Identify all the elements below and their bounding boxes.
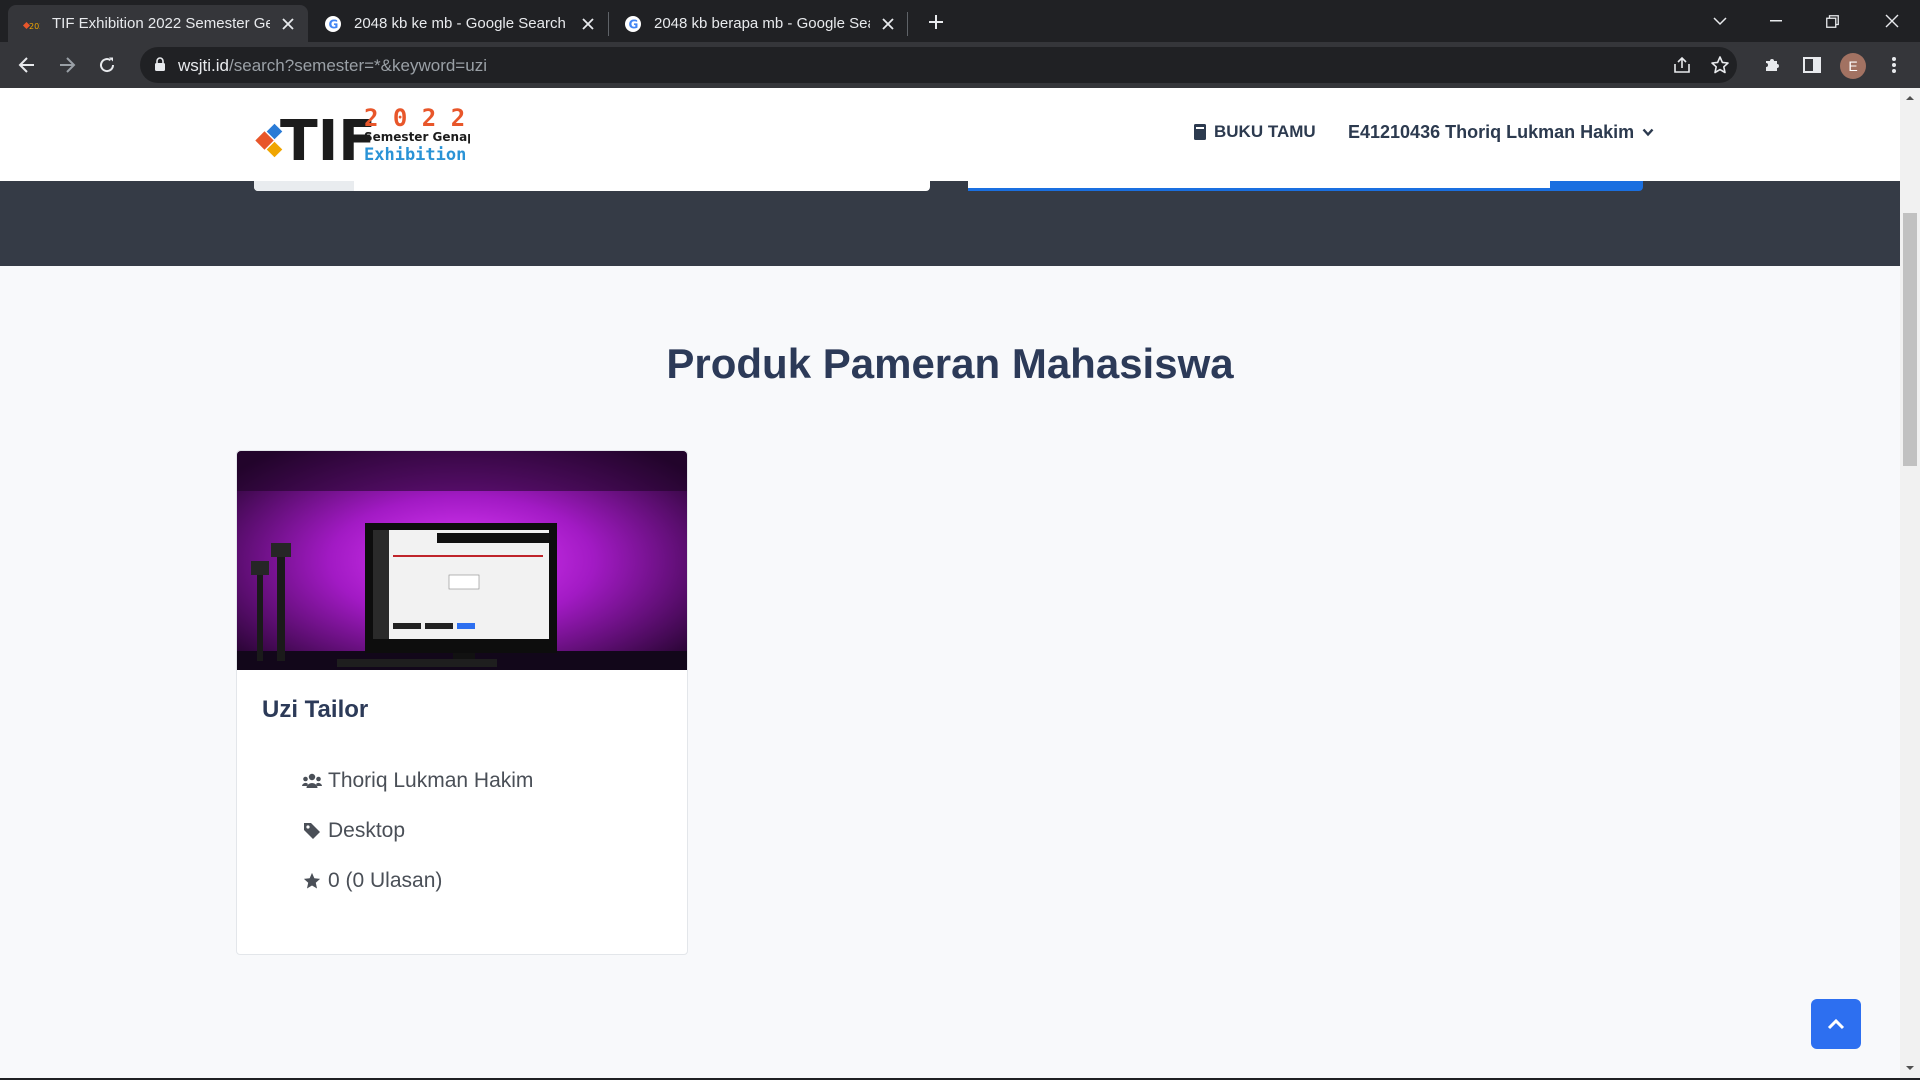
book-icon — [1194, 123, 1206, 140]
guestbook-label: BUKU TAMU — [1214, 122, 1316, 141]
tab-google-search-2[interactable]: G 2048 kb berapa mb - Google Search — [610, 5, 908, 42]
section-title: Produk Pameran Mahasiswa — [666, 340, 1234, 387]
tab-search-button[interactable] — [1692, 0, 1748, 42]
tag-icon — [302, 821, 322, 841]
tab-separator — [608, 12, 609, 36]
google-favicon-icon: G — [324, 15, 342, 33]
lock-icon[interactable] — [154, 57, 166, 77]
url-path: /search?semester=*&keyword=uzi — [229, 56, 487, 75]
tif-exhibition-logo[interactable]: TIF 2 0 2 2 Semester Genap Exhibition — [254, 104, 476, 174]
scrollbar-thumb[interactable] — [1903, 213, 1917, 466]
tab-title: 2048 kb ke mb - Google Search — [354, 15, 566, 32]
kebab-menu-icon — [1892, 57, 1896, 73]
svg-text:2022: 2022 — [29, 22, 40, 31]
page-scrollbar[interactable] — [1900, 88, 1920, 1078]
select-prefix — [254, 181, 354, 191]
tab-tif-exhibition[interactable]: 2022 TIF Exhibition 2022 Semester Genap — [8, 5, 308, 42]
rating-text: 0 (0 Ulasan) — [328, 869, 443, 892]
category-label: Desktop — [328, 819, 406, 842]
product-rating: 0 (0 Ulasan) — [302, 869, 442, 893]
search-input[interactable] — [968, 181, 1550, 191]
tab-google-search-1[interactable]: G 2048 kb ke mb - Google Search — [310, 5, 608, 42]
tab-title: 2048 kb berapa mb - Google Search — [654, 15, 870, 32]
minimize-icon — [1770, 20, 1782, 22]
product-thumbnail[interactable] — [237, 451, 687, 670]
puzzle-icon — [1766, 59, 1779, 71]
side-panel-icon — [1803, 57, 1821, 73]
star-icon — [302, 871, 322, 891]
close-icon[interactable] — [878, 14, 898, 34]
tab-title: TIF Exhibition 2022 Semester Genap — [52, 15, 270, 32]
scroll-down-arrow-icon — [1906, 1066, 1914, 1070]
product-title[interactable]: Uzi Tailor — [262, 696, 368, 724]
close-window-button[interactable] — [1864, 0, 1920, 42]
guestbook-link[interactable]: BUKU TAMU — [1193, 122, 1316, 142]
logo-label: Exhibition — [364, 145, 466, 164]
url-host: wsjti.id — [178, 56, 230, 75]
url-text[interactable]: wsjti.id/search?semester=*&keyword=uzi — [178, 56, 487, 76]
minimize-button[interactable] — [1748, 0, 1804, 42]
product-card[interactable]: Uzi Tailor Thoriq Lukman Hakim Desktop 0… — [236, 450, 688, 955]
page-viewport: TIF 2 0 2 2 Semester Genap Exhibition BU… — [0, 88, 1900, 1078]
google-favicon-icon: G — [624, 15, 642, 33]
bookmark-star-icon[interactable] — [1709, 54, 1731, 76]
logo-brand: TIF — [280, 109, 376, 164]
svg-text:G: G — [629, 17, 639, 31]
arrow-right-icon — [60, 57, 76, 73]
extensions-button[interactable] — [1756, 49, 1788, 81]
scroll-up-arrow-icon — [1906, 96, 1914, 100]
chevron-up-icon — [1827, 1018, 1845, 1030]
close-icon[interactable] — [578, 14, 598, 34]
tab-separator — [907, 12, 908, 36]
product-author: Thoriq Lukman Hakim — [302, 769, 533, 793]
reload-button[interactable] — [91, 49, 123, 81]
search-band — [0, 181, 1900, 266]
new-tab-button[interactable] — [922, 8, 950, 36]
user-name: E41210436 Thoriq Lukman Hakim — [1348, 122, 1635, 142]
author-name: Thoriq Lukman Hakim — [328, 769, 534, 792]
close-icon — [1885, 14, 1899, 28]
reload-icon — [100, 57, 115, 73]
profile-avatar[interactable]: E — [1840, 53, 1866, 79]
logo-year: 2 0 2 2 — [364, 104, 465, 132]
users-icon — [302, 771, 322, 791]
restore-icon — [1825, 14, 1839, 28]
search-button[interactable] — [1550, 181, 1643, 191]
plus-icon — [929, 15, 943, 29]
scroll-to-top-button[interactable] — [1811, 999, 1861, 1049]
tif-favicon-icon: 2022 — [22, 15, 40, 33]
menu-button[interactable] — [1878, 49, 1910, 81]
user-dropdown[interactable]: E41210436 Thoriq Lukman Hakim — [1348, 122, 1654, 143]
tab-strip: 2022 TIF Exhibition 2022 Semester Genap … — [0, 0, 1920, 42]
address-bar[interactable]: wsjti.id/search?semester=*&keyword=uzi — [140, 47, 1737, 83]
side-panel-button[interactable] — [1796, 49, 1828, 81]
chevron-down-icon — [1642, 128, 1654, 137]
chevron-down-icon — [1713, 17, 1727, 26]
arrow-left-icon — [18, 57, 34, 73]
browser-toolbar: wsjti.id/search?semester=*&keyword=uzi — [0, 42, 1920, 88]
logo-subtitle: Semester Genap — [364, 130, 470, 144]
close-icon[interactable] — [278, 14, 298, 34]
share-icon[interactable] — [1671, 54, 1693, 76]
back-button[interactable] — [11, 49, 43, 81]
semester-select[interactable] — [254, 181, 930, 191]
product-category: Desktop — [302, 819, 405, 843]
site-header: TIF 2 0 2 2 Semester Genap Exhibition BU… — [0, 88, 1900, 181]
restore-button[interactable] — [1804, 0, 1860, 42]
svg-text:G: G — [329, 17, 339, 31]
forward-button[interactable] — [51, 49, 83, 81]
